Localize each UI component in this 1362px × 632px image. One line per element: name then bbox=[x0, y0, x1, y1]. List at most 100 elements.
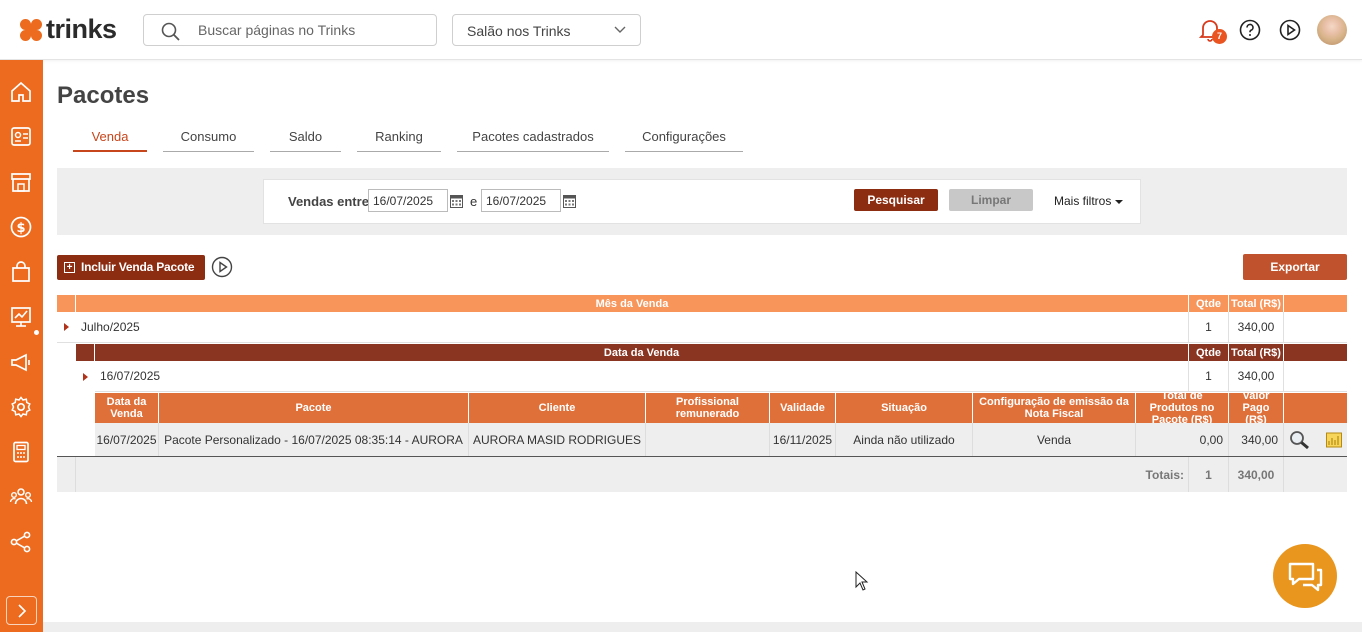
package-cell: Pacote Personalizado - 16/07/2025 08:35:… bbox=[159, 423, 469, 456]
date-separator: e bbox=[470, 194, 478, 209]
sidebar: $ bbox=[0, 60, 43, 632]
tab-ranking[interactable]: Ranking bbox=[357, 130, 441, 152]
collapse-sidebar-button[interactable] bbox=[6, 596, 37, 625]
store-icon[interactable] bbox=[9, 170, 33, 194]
tab-configuracoes[interactable]: Configurações bbox=[625, 130, 743, 152]
col-header: Data da Venda bbox=[95, 393, 159, 423]
expand-header-cell bbox=[76, 344, 95, 361]
calendar-icon[interactable] bbox=[563, 194, 576, 208]
home-icon[interactable] bbox=[9, 80, 33, 104]
salon-selector[interactable]: Salão nos Trinks bbox=[452, 14, 641, 46]
search-input[interactable] bbox=[198, 15, 428, 45]
table-row[interactable]: Julho/2025 1 340,00 bbox=[57, 312, 1347, 343]
calendar-icon[interactable] bbox=[450, 194, 463, 208]
paid-cell: 340,00 bbox=[1229, 423, 1284, 456]
col-header: Total (R$) bbox=[1229, 344, 1284, 361]
date-to-input[interactable] bbox=[481, 189, 561, 212]
caret-right-icon bbox=[83, 372, 88, 381]
col-header: Total (R$) bbox=[1229, 295, 1284, 312]
search-icon bbox=[161, 22, 180, 41]
total-cell: 340,00 bbox=[1229, 361, 1284, 392]
qty-cell: 1 bbox=[1189, 361, 1229, 392]
expand-header-cell bbox=[57, 295, 76, 312]
month-header-row: Mês da Venda Qtde Total (R$) bbox=[57, 295, 1347, 312]
date-from-input[interactable] bbox=[368, 189, 448, 212]
col-header: Valor Pago (R$) bbox=[1229, 393, 1284, 423]
main-content: Pacotes Venda Consumo Saldo Ranking Paco… bbox=[43, 60, 1362, 632]
tab-consumo[interactable]: Consumo bbox=[163, 130, 254, 152]
shopping-bag-icon[interactable] bbox=[9, 260, 33, 284]
top-bar: trinks Salão nos Trinks 7 bbox=[0, 0, 1362, 60]
tab-pacotes-cadastrados[interactable]: Pacotes cadastrados bbox=[457, 130, 609, 152]
col-header: Situação bbox=[836, 393, 973, 423]
svg-text:$: $ bbox=[16, 221, 25, 236]
clients-icon[interactable] bbox=[9, 124, 33, 148]
play-video-icon[interactable] bbox=[211, 256, 233, 278]
notification-badge: 7 bbox=[1212, 29, 1227, 44]
megaphone-icon[interactable] bbox=[9, 350, 33, 374]
settings-icon[interactable] bbox=[9, 395, 33, 419]
receipt-icon[interactable] bbox=[1325, 431, 1343, 449]
col-header-empty bbox=[1284, 295, 1347, 312]
salon-selector-label: Salão nos Trinks bbox=[467, 23, 571, 39]
search-box[interactable] bbox=[143, 14, 437, 46]
col-header-empty bbox=[1284, 344, 1347, 361]
magnifier-icon[interactable] bbox=[1289, 430, 1311, 450]
col-header: Configuração de emissão da Nota Fiscal bbox=[973, 393, 1136, 423]
more-filters-dropdown[interactable]: Mais filtros bbox=[1054, 194, 1124, 208]
sales-between-label: Vendas entre bbox=[288, 194, 369, 209]
col-header: Pacote bbox=[159, 393, 469, 423]
search-button[interactable]: Pesquisar bbox=[854, 189, 938, 211]
caret-right-icon bbox=[64, 323, 69, 331]
qty-cell: 1 bbox=[1189, 312, 1229, 342]
user-avatar[interactable] bbox=[1317, 15, 1347, 45]
col-header: Profissional remunerado bbox=[646, 393, 770, 423]
totals-qty: 1 bbox=[1189, 457, 1229, 492]
expand-toggle[interactable] bbox=[57, 312, 76, 342]
play-video-icon[interactable] bbox=[1279, 19, 1301, 41]
table-row[interactable]: 16/07/2025 1 340,00 bbox=[57, 361, 1347, 392]
add-package-sale-label: Incluir Venda Pacote bbox=[81, 260, 195, 274]
sale-date-cell: 16/07/2025 bbox=[95, 361, 1189, 392]
detail-header-row: Data da Venda Pacote Cliente Profissiona… bbox=[57, 393, 1347, 423]
month-cell: Julho/2025 bbox=[76, 312, 1189, 342]
sale-date-cell: 16/07/2025 bbox=[95, 423, 159, 456]
empty-cell bbox=[57, 457, 76, 492]
clear-button[interactable]: Limpar bbox=[949, 189, 1033, 211]
help-icon[interactable] bbox=[1239, 19, 1261, 41]
products-total-cell: 0,00 bbox=[1136, 423, 1229, 456]
chart-icon[interactable] bbox=[9, 305, 33, 329]
col-header: Qtde bbox=[1189, 344, 1229, 361]
col-header: Mês da Venda bbox=[76, 295, 1189, 312]
tab-venda[interactable]: Venda bbox=[73, 130, 147, 152]
chevron-down-icon bbox=[614, 26, 626, 33]
people-icon[interactable] bbox=[9, 485, 33, 509]
validity-cell: 16/11/2025 bbox=[770, 423, 836, 456]
col-header: Validade bbox=[770, 393, 836, 423]
calculator-icon[interactable] bbox=[9, 440, 33, 464]
client-cell: AURORA MASID RODRIGUES bbox=[469, 423, 646, 456]
totals-label: Totais: bbox=[76, 457, 1189, 492]
totals-row: Totais: 1 340,00 bbox=[57, 456, 1347, 492]
share-icon[interactable] bbox=[9, 530, 33, 554]
table-row[interactable]: 16/07/2025 Pacote Personalizado - 16/07/… bbox=[57, 423, 1347, 456]
empty-cell bbox=[1284, 361, 1347, 392]
totals-value: 340,00 bbox=[1229, 457, 1284, 492]
trinks-logo[interactable]: trinks bbox=[19, 16, 117, 43]
trinks-logo-icon bbox=[20, 18, 42, 41]
page-title: Pacotes bbox=[57, 82, 150, 109]
filter-bar: Vendas entre e Pesquisar Limpar Mais fil… bbox=[263, 179, 1141, 224]
more-filters-label: Mais filtros bbox=[1054, 194, 1112, 208]
total-cell: 340,00 bbox=[1229, 312, 1284, 342]
chat-button[interactable] bbox=[1273, 544, 1337, 608]
tab-saldo[interactable]: Saldo bbox=[270, 130, 341, 152]
add-package-sale-button[interactable]: + Incluir Venda Pacote bbox=[57, 255, 205, 280]
date-header-row: Data da Venda Qtde Total (R$) bbox=[57, 344, 1347, 361]
col-header-empty bbox=[1284, 393, 1347, 423]
filter-panel: Vendas entre e Pesquisar Limpar Mais fil… bbox=[57, 168, 1347, 235]
bottom-bar bbox=[43, 622, 1362, 632]
dollar-icon[interactable]: $ bbox=[9, 215, 33, 239]
actions-cell bbox=[1284, 423, 1347, 456]
export-button[interactable]: Exportar bbox=[1243, 254, 1347, 280]
expand-toggle[interactable] bbox=[76, 361, 95, 392]
